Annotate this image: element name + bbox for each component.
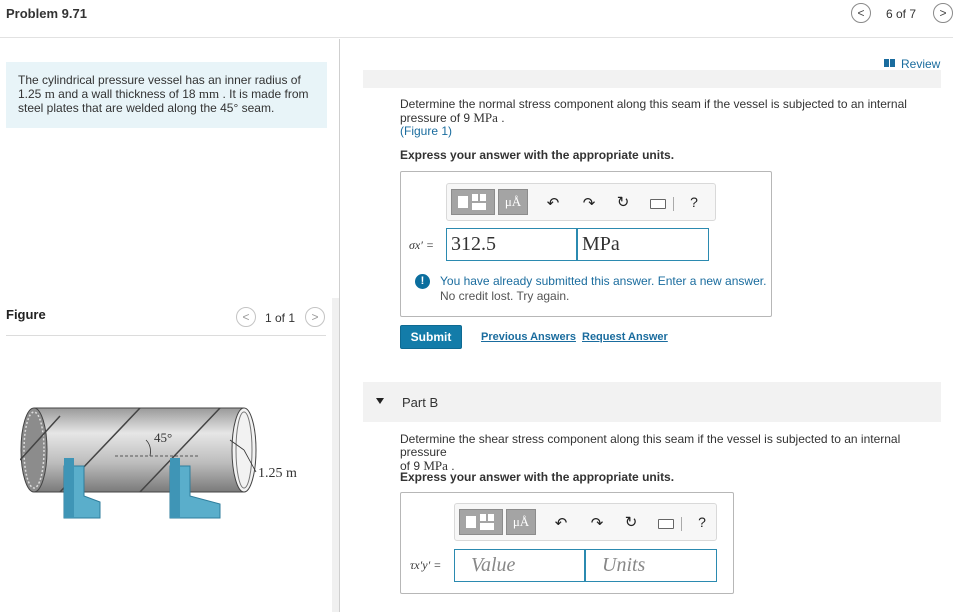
figure-label: Figure [6, 307, 46, 322]
help-button[interactable]: ? [693, 514, 711, 530]
help-button[interactable]: ? [685, 194, 703, 210]
redo-icon[interactable]: ↷ [580, 194, 598, 212]
keyboard-icon[interactable] [658, 519, 674, 529]
pressure-vessel-figure: 45° 1.25 m [20, 407, 297, 519]
collapse-arrow-icon[interactable] [376, 398, 384, 404]
prev-problem-button[interactable]: < [851, 3, 871, 23]
problem-text-line3: steel plates that are welded along the 4… [18, 101, 275, 115]
warning-subtext: No credit lost. Try again. [440, 289, 570, 303]
units-button[interactable]: μÅ [498, 189, 528, 215]
part-a-header-bar [363, 70, 941, 88]
warning-message: You have already submitted this answer. … [440, 274, 767, 288]
problem-statement: The cylindrical pressure vessel has an i… [6, 62, 327, 128]
keyboard-icon[interactable] [650, 199, 666, 209]
sigma-x-prime-label: σx′ = [409, 238, 434, 252]
template-button[interactable] [459, 509, 503, 535]
redo-icon[interactable]: ↷ [588, 514, 606, 532]
top-header [0, 0, 953, 38]
part-b-title[interactable]: Part B [402, 395, 438, 410]
undo-icon[interactable]: ↶ [544, 194, 562, 212]
left-panel-scrollbar[interactable] [332, 298, 339, 612]
reset-icon[interactable]: ↻ [622, 513, 640, 531]
part-a-value-input[interactable]: 312.5 [446, 228, 577, 261]
request-answer-link[interactable]: Request Answer [582, 331, 668, 343]
undo-icon[interactable]: ↶ [552, 514, 570, 532]
unit-mpa: MPa [473, 110, 498, 125]
tau-x-prime-y-prime-label: τx′y′ = [410, 558, 442, 572]
part-a-question: Determine the normal stress component al… [400, 97, 907, 138]
reset-icon[interactable]: ↻ [614, 193, 632, 211]
unit-m: m [44, 86, 55, 101]
part-a-express-instructions: Express your answer with the appropriate… [400, 148, 675, 162]
angle-label: 45° [154, 430, 172, 445]
warning-icon: ! [415, 274, 430, 289]
part-b-units-input[interactable]: Units [585, 549, 717, 582]
problem-title: Problem 9.71 [6, 6, 87, 21]
toolbar-separator [673, 197, 674, 211]
radius-label: 1.25 m [258, 466, 297, 481]
submit-button[interactable]: Submit [400, 325, 462, 349]
problem-text-line1: The cylindrical pressure vessel has an i… [18, 73, 301, 87]
previous-answers-link[interactable]: Previous Answers [481, 331, 576, 343]
toolbar-separator [681, 517, 682, 531]
part-a-units-input[interactable]: MPa [577, 228, 709, 261]
review-link[interactable]: Review [901, 57, 940, 71]
figure-divider [6, 335, 326, 336]
review-icon [884, 59, 895, 67]
figure-next-button[interactable]: > [305, 307, 325, 327]
figure-1-link[interactable]: (Figure 1) [400, 124, 452, 138]
figure-prev-button[interactable]: < [236, 307, 256, 327]
part-b-express-instructions: Express your answer with the appropriate… [400, 470, 675, 484]
next-problem-button[interactable]: > [933, 3, 953, 23]
unit-mm: mm [198, 86, 220, 101]
units-button[interactable]: μÅ [506, 509, 536, 535]
problem-pager-text: 6 of 7 [886, 7, 917, 21]
part-b-question: Determine the shear stress component alo… [400, 432, 901, 473]
figure-pager-text: 1 of 1 [265, 311, 296, 325]
panel-divider [339, 39, 340, 612]
part-b-header-bar[interactable] [363, 382, 941, 422]
template-button[interactable] [451, 189, 495, 215]
part-b-value-input[interactable]: Value [454, 549, 585, 582]
